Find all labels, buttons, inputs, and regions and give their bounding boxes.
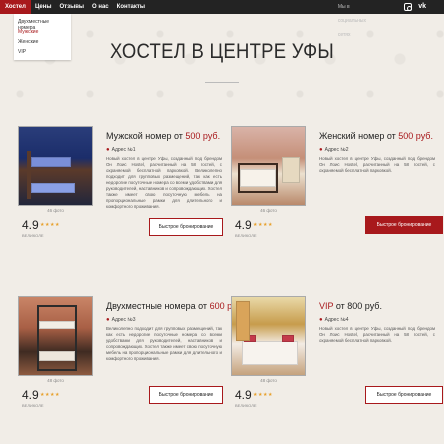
- nav-item-prices[interactable]: Цены: [31, 0, 56, 14]
- room-address: ● Адрес №2: [319, 147, 348, 153]
- photo-count: 48 фото: [260, 378, 277, 383]
- top-navbar: Хостел Цены Отзывы О нас Контакты Мы в с…: [0, 0, 444, 38]
- rating-stars: ★★★★: [40, 392, 60, 398]
- dropdown-item-vip[interactable]: VIP: [14, 47, 71, 57]
- photo-count: 46 фото: [47, 208, 64, 213]
- room-title[interactable]: Двухместные номера от 600 руб.: [106, 301, 244, 311]
- location-pin-icon: ●: [319, 147, 323, 153]
- location-pin-icon: ●: [106, 147, 110, 153]
- address-text: Адрес №2: [324, 147, 349, 153]
- nav-item-contacts[interactable]: Контакты: [113, 0, 149, 14]
- room-address: ● Адрес №3: [106, 317, 135, 323]
- dropdown-item-male[interactable]: Мужские: [14, 27, 71, 37]
- main-nav: Хостел Цены Отзывы О нас Контакты: [0, 0, 149, 14]
- room-description: Великолепно подходит для групповых разме…: [106, 326, 222, 361]
- quick-booking-button[interactable]: Быстрое бронирование: [365, 386, 443, 404]
- room-card-vip: 48 фото 4.9 ВЕЛИКОЛЕ ★★★★ VIP от 800 руб…: [231, 296, 443, 418]
- room-photo[interactable]: [231, 126, 306, 206]
- room-address: ● Адрес №1: [106, 147, 135, 153]
- room-title-suffix: от 800 руб.: [333, 301, 382, 311]
- quick-booking-button[interactable]: Быстрое бронирование: [149, 218, 223, 236]
- rating-label: ВЕЛИКОЛЕ: [235, 403, 257, 408]
- room-price: 500 руб.: [398, 131, 433, 141]
- room-title[interactable]: Женский номер от 500 руб.: [319, 131, 433, 141]
- room-card-double: 48 фото 4.9 ВЕЛИКОЛЕ ★★★★ Двухместные но…: [18, 296, 244, 418]
- nav-item-about[interactable]: О нас: [88, 0, 113, 14]
- room-description: Новый хостел в центре Уфы, созданный под…: [319, 326, 435, 343]
- room-description: Новый хостел в центре Уфы, созданный под…: [106, 156, 222, 209]
- room-card-female: 46 фото 4.9 ВЕЛИКОЛЕ ★★★★ Женский номер …: [231, 126, 443, 248]
- quick-booking-button[interactable]: Быстрое бронирование: [149, 386, 223, 404]
- room-title-text: Женский номер от: [319, 131, 399, 141]
- social-label: Мы в социальных сетях: [337, 4, 366, 38]
- address-text: Адрес №1: [111, 147, 136, 153]
- rating-score: 4.9: [22, 388, 39, 402]
- rating-label: ВЕЛИКОЛЕ: [22, 233, 44, 238]
- photo-count: 48 фото: [47, 378, 64, 383]
- rating-stars: ★★★★: [253, 392, 273, 398]
- nav-item-hostel[interactable]: Хостел: [0, 0, 31, 14]
- vk-icon[interactable]: vk: [418, 2, 426, 12]
- nav-item-reviews[interactable]: Отзывы: [55, 0, 88, 14]
- rating-score: 4.9: [22, 218, 39, 232]
- dropdown-item-double[interactable]: Двухместные номера: [14, 17, 71, 31]
- room-title[interactable]: VIP от 800 руб.: [319, 301, 382, 311]
- hostel-dropdown-menu: Двухместные номера Мужские Женские VIP: [14, 14, 71, 60]
- address-text: Адрес №4: [324, 317, 349, 323]
- rating-label: ВЕЛИКОЛЕ: [22, 403, 44, 408]
- room-address: ● Адрес №4: [319, 317, 348, 323]
- room-title[interactable]: Мужской номер от 500 руб.: [106, 131, 220, 141]
- rating-stars: ★★★★: [253, 222, 273, 228]
- quick-booking-button[interactable]: Быстрое бронирование: [365, 216, 443, 234]
- photo-count: 46 фото: [260, 208, 277, 213]
- room-photo[interactable]: [18, 296, 93, 376]
- location-pin-icon: ●: [106, 317, 110, 323]
- room-title-text: Мужской номер от: [106, 131, 186, 141]
- room-photo[interactable]: [231, 296, 306, 376]
- room-photo[interactable]: [18, 126, 93, 206]
- rating-score: 4.9: [235, 218, 252, 232]
- address-text: Адрес №3: [111, 317, 136, 323]
- room-price: 500 руб.: [185, 131, 221, 141]
- rating-label: ВЕЛИКОЛЕ: [235, 233, 257, 238]
- title-divider: [205, 82, 239, 83]
- room-title-text: VIP: [319, 301, 334, 311]
- page-title: ХОСТЕЛ В ЦЕНТРЕ УФЫ: [109, 40, 335, 63]
- rating-score: 4.9: [235, 388, 252, 402]
- room-description: Новый хостел в центре Уфы, созданный под…: [319, 156, 435, 173]
- room-card-male: 46 фото 4.9 ВЕЛИКОЛЕ ★★★★ Мужской номер …: [18, 126, 223, 248]
- room-title-text: Двухместные номера от: [106, 301, 210, 311]
- instagram-icon[interactable]: [404, 3, 412, 11]
- location-pin-icon: ●: [319, 317, 323, 323]
- dropdown-item-female[interactable]: Женские: [14, 37, 71, 47]
- rating-stars: ★★★★: [40, 222, 60, 228]
